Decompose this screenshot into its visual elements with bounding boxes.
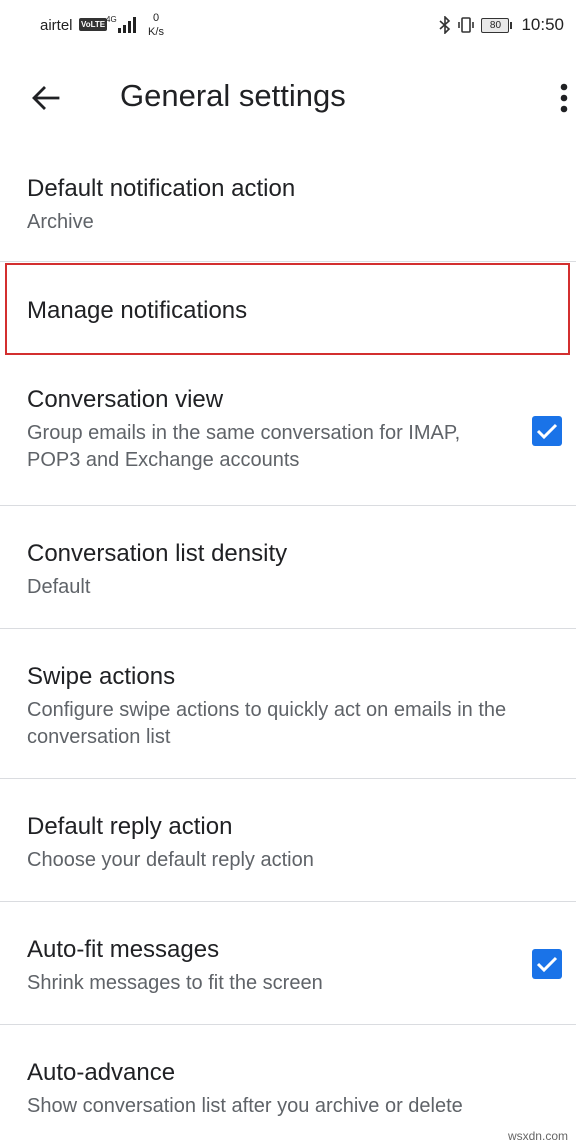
battery-icon: 80 (481, 17, 513, 33)
watermark: wsxdn.com (507, 1129, 568, 1143)
arrow-back-icon (32, 86, 60, 110)
carrier-name: airtel (40, 17, 73, 34)
setting-title: Default reply action (27, 813, 233, 840)
speed-unit: K/s (148, 26, 164, 38)
clock: 10:50 (521, 15, 564, 34)
setting-summary: Shrink messages to fit the screen (27, 972, 323, 994)
setting-summary: Show conversation list after you archive… (27, 1095, 463, 1117)
status-bar: airtel VoLTE 4G 0 K/s 80 10:50 (0, 0, 576, 52)
setting-auto-advance[interactable]: Auto-advance Show conversation list afte… (0, 1025, 576, 1145)
network-speed: 0 K/s (144, 11, 168, 39)
setting-summary: Choose your default reply action (27, 849, 314, 871)
page-title: General settings (120, 78, 346, 113)
setting-title: Conversation list density (27, 540, 288, 567)
setting-title: Conversation view (27, 386, 224, 413)
bluetooth-icon (439, 16, 451, 34)
setting-summary: Default (27, 576, 91, 598)
battery-level: 80 (489, 19, 502, 31)
speed-value: 0 (152, 12, 160, 24)
volte-badge: VoLTE (79, 18, 108, 31)
app-bar: General settings (0, 52, 576, 144)
setting-title: Manage notifications (27, 297, 248, 324)
setting-default-reply-action[interactable]: Default reply action Choose your default… (0, 779, 576, 902)
setting-summary: Group emails in the same conversation fo… (27, 422, 461, 471)
vibrate-icon (458, 17, 475, 33)
setting-manage-notifications[interactable]: Manage notifications (0, 262, 576, 360)
setting-summary: Archive (27, 211, 94, 233)
network-type: 4G (106, 15, 117, 24)
setting-title: Auto-advance (27, 1059, 176, 1086)
setting-conversation-view[interactable]: Conversation view Group emails in the sa… (0, 360, 576, 506)
setting-title: Swipe actions (27, 663, 176, 690)
more-vert-icon (560, 83, 568, 113)
setting-title: Default notification action (27, 175, 296, 202)
setting-auto-fit-messages[interactable]: Auto-fit messages Shrink messages to fit… (0, 902, 576, 1025)
settings-list: Default notification action Archive Mana… (0, 144, 576, 1145)
signal-icon: 4G (106, 15, 136, 33)
back-button[interactable] (22, 74, 70, 122)
setting-swipe-actions[interactable]: Swipe actions Configure swipe actions to… (0, 629, 576, 779)
status-icons: 80 10:50 (439, 13, 564, 37)
setting-default-notification-action[interactable]: Default notification action Archive (0, 144, 576, 262)
auto-fit-checkbox[interactable] (532, 949, 562, 979)
setting-conversation-list-density[interactable]: Conversation list density Default (0, 506, 576, 629)
setting-summary: Configure swipe actions to quickly act o… (27, 699, 507, 748)
check-icon (536, 423, 558, 440)
check-icon (536, 956, 558, 973)
conversation-view-checkbox[interactable] (532, 416, 562, 446)
overflow-menu-button[interactable] (552, 74, 576, 122)
setting-title: Auto-fit messages (27, 936, 220, 963)
